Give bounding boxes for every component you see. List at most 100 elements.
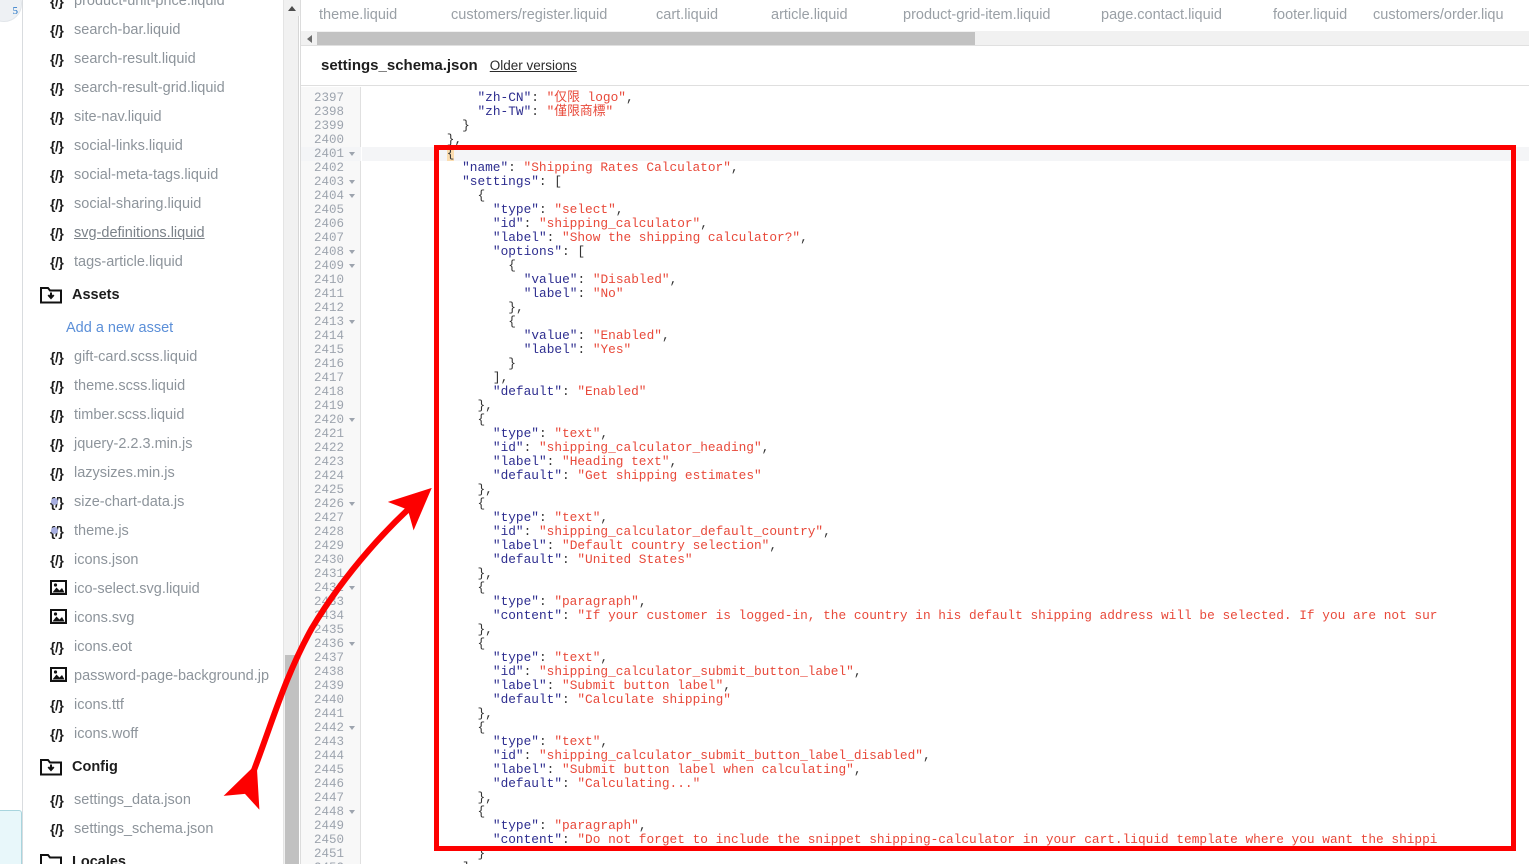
code-line: "id": "shipping_calculator_heading", bbox=[493, 441, 769, 455]
code-fold-toggle-icon[interactable] bbox=[349, 502, 355, 506]
code-token: "type" bbox=[492, 202, 539, 217]
code-fold-toggle-icon[interactable] bbox=[349, 194, 355, 198]
line-number: 2444 bbox=[313, 749, 344, 763]
tabstrip-horizontal-scrollbar[interactable] bbox=[301, 31, 1529, 46]
scroll-left-arrow-icon[interactable] bbox=[303, 31, 316, 46]
line-number: 2414 bbox=[313, 329, 344, 343]
code-fold-toggle-icon[interactable] bbox=[349, 152, 355, 156]
code-line: "id": "shipping_calculator", bbox=[493, 217, 708, 231]
file-tree-item[interactable]: {/}size-chart-data.js bbox=[24, 487, 283, 516]
older-versions-link[interactable]: Older versions bbox=[490, 58, 577, 73]
code-fold-toggle-icon[interactable] bbox=[349, 180, 355, 184]
code-token: : bbox=[538, 734, 555, 749]
line-number: 2443 bbox=[313, 735, 344, 749]
file-tree-group-locales[interactable]: Locales bbox=[24, 843, 283, 864]
code-token: , bbox=[669, 272, 678, 287]
editor-tab[interactable]: product-grid-item.liquid bbox=[903, 0, 1050, 23]
code-token: }, bbox=[477, 398, 493, 413]
file-tree-item[interactable]: {/}theme.js bbox=[24, 516, 283, 545]
code-fold-toggle-icon[interactable] bbox=[349, 320, 355, 324]
teal-side-panel[interactable] bbox=[0, 810, 22, 864]
code-token: : [ bbox=[538, 174, 562, 189]
file-tree-item[interactable]: {/} theme.scss.liquid bbox=[24, 371, 283, 400]
line-number: 2422 bbox=[313, 441, 344, 455]
file-tree-group-config[interactable]: Config bbox=[24, 748, 283, 785]
file-tree-sidebar[interactable]: {/} product-unit-price.liquid {/} search-ba… bbox=[24, 0, 283, 864]
code-token: "shipping_calculator_submit_button_label… bbox=[538, 748, 923, 763]
line-number: 2451 bbox=[313, 847, 344, 861]
code-token: "name" bbox=[462, 160, 509, 175]
file-tree-item[interactable]: {/} social-links.liquid bbox=[24, 131, 283, 160]
file-tree-item[interactable]: {/} social-sharing.liquid bbox=[24, 189, 283, 218]
code-fold-toggle-icon[interactable] bbox=[349, 810, 355, 814]
code-token: }, bbox=[446, 132, 463, 147]
file-name-label: search-result-grid.liquid bbox=[74, 79, 225, 96]
open-files-tabstrip[interactable]: theme.liquid customers/register.liquid car… bbox=[301, 0, 1529, 31]
file-tree-item[interactable]: {/} product-unit-price.liquid bbox=[24, 0, 283, 15]
editor-tab[interactable]: theme.liquid bbox=[319, 0, 397, 23]
code-fold-toggle-icon[interactable] bbox=[349, 586, 355, 590]
file-tree-item[interactable]: ico-select.svg.liquid bbox=[24, 574, 283, 603]
file-tree-item[interactable]: {/} settings_schema.json bbox=[24, 814, 283, 843]
file-tree-item[interactable]: {/} settings_data.json bbox=[24, 785, 283, 814]
code-token: { bbox=[508, 258, 516, 273]
sidebar-scrollbar-track[interactable] bbox=[283, 0, 300, 864]
sidebar-scrollbar-thumb[interactable] bbox=[285, 655, 299, 864]
line-number: 2429 bbox=[313, 539, 344, 553]
file-tree-item[interactable]: {/} icons.ttf bbox=[24, 690, 283, 719]
file-tree-item[interactable]: {/} search-result.liquid bbox=[24, 44, 283, 73]
code-line: "type": "text", bbox=[493, 735, 608, 749]
file-tree-item[interactable]: {/} gift-card.scss.liquid bbox=[24, 342, 283, 371]
code-fold-toggle-icon[interactable] bbox=[349, 250, 355, 254]
editor-tab[interactable]: customers/register.liquid bbox=[451, 0, 607, 23]
code-editor[interactable]: 2397 2398 2399 2400 2401 2402 2403 2404 2405 2406… bbox=[301, 87, 1529, 864]
code-token: { bbox=[446, 146, 455, 161]
file-tree-item[interactable]: {/} search-bar.liquid bbox=[24, 15, 283, 44]
file-tree-item[interactable]: {/} icons.json bbox=[24, 545, 283, 574]
code-fold-toggle-icon[interactable] bbox=[349, 264, 355, 268]
code-line: "type": "paragraph", bbox=[493, 819, 647, 833]
file-tree-item[interactable]: {/} jquery-2.2.3.min.js bbox=[24, 429, 283, 458]
file-name-label: icons.ttf bbox=[74, 696, 124, 713]
file-tree-item[interactable]: {/} search-result-grid.liquid bbox=[24, 73, 283, 102]
editor-tab[interactable]: article.liquid bbox=[771, 0, 848, 23]
image-icon bbox=[50, 579, 74, 598]
code-icon: {/} bbox=[50, 696, 64, 713]
code-line: }, bbox=[478, 791, 493, 805]
file-tree-item[interactable]: {/} tags-article.liquid bbox=[24, 247, 283, 276]
file-tree-item[interactable]: {/} site-nav.liquid bbox=[24, 102, 283, 131]
code-token: "Enabled" bbox=[592, 328, 662, 343]
code-fold-toggle-icon[interactable] bbox=[349, 642, 355, 646]
file-tree-item[interactable]: password-page-background.jp bbox=[24, 661, 283, 690]
file-tree-item[interactable]: {/} icons.eot bbox=[24, 632, 283, 661]
editor-tab[interactable]: page.contact.liquid bbox=[1101, 0, 1222, 23]
file-tree-item[interactable]: {/} icons.woff bbox=[24, 719, 283, 748]
file-tree-item[interactable]: {/} lazysizes.min.js bbox=[24, 458, 283, 487]
code-line: "type": "paragraph", bbox=[493, 595, 647, 609]
file-tree-item[interactable]: {/} svg-definitions.liquid bbox=[24, 218, 283, 247]
file-tree-group-assets[interactable]: Assets bbox=[24, 276, 283, 313]
code-token: "Disabled" bbox=[592, 272, 670, 287]
file-name-label: icons.json bbox=[74, 551, 139, 568]
code-line: "type": "select", bbox=[493, 203, 624, 217]
line-number: 2398 bbox=[313, 105, 344, 119]
file-name-label: search-result.liquid bbox=[74, 50, 196, 67]
line-number-gutter: 2397 2398 2399 2400 2401 2402 2403 2404 2405 2406… bbox=[301, 87, 361, 864]
editor-tab[interactable]: customers/order.liqu bbox=[1373, 0, 1504, 23]
code-fold-toggle-icon[interactable] bbox=[349, 726, 355, 730]
file-tree-item[interactable]: {/} timber.scss.liquid bbox=[24, 400, 283, 429]
code-text-area[interactable]: "zh-CN": "仅限 logo", "zh-TW": "僅限商標"}},{"n… bbox=[362, 87, 1529, 864]
editor-tab[interactable]: footer.liquid bbox=[1273, 0, 1347, 23]
editor-tab[interactable]: cart.liquid bbox=[656, 0, 718, 23]
tabstrip-scrollbar-thumb[interactable] bbox=[317, 32, 975, 45]
code-line: "default": "Get shipping estimates" bbox=[493, 469, 762, 483]
add-new-asset-link[interactable]: Add a new asset bbox=[24, 313, 283, 342]
code-token: , bbox=[600, 510, 609, 525]
code-fold-toggle-icon[interactable] bbox=[349, 418, 355, 422]
file-tree-item[interactable]: icons.svg bbox=[24, 603, 283, 632]
scroll-up-arrow-icon[interactable] bbox=[284, 0, 300, 16]
file-tree-item[interactable]: {/} social-meta-tags.liquid bbox=[24, 160, 283, 189]
code-token: "default" bbox=[492, 384, 563, 399]
code-line: "content": "Do not forget to include the… bbox=[493, 833, 1438, 847]
code-token: "Yes" bbox=[592, 342, 632, 357]
